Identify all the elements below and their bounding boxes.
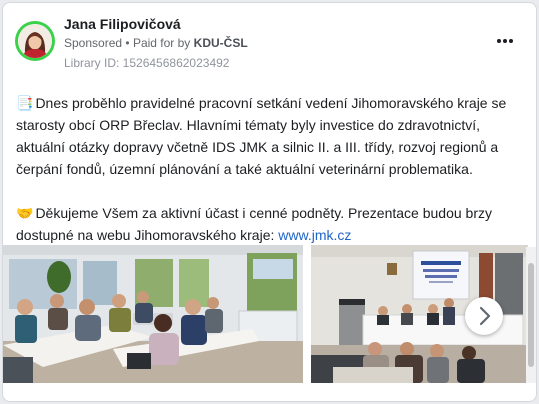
paragraph-2-text: Děkujeme Všem za aktivní účast i cenné p… — [16, 205, 492, 243]
scrollbar-thumb[interactable] — [528, 263, 534, 367]
author-name[interactable]: Jana Filipovičová — [64, 16, 181, 32]
paragraph-1: 📑 Dnes proběhlo pravidelné pracovní setká… — [16, 92, 531, 180]
bookmark-tabs-icon: 📑 — [16, 95, 34, 111]
post-text: 📑 Dnes proběhlo pravidelné pracovní setká… — [16, 92, 531, 246]
chevron-right-icon — [479, 306, 491, 326]
paid-for-name[interactable]: KDU-ČSL — [194, 36, 248, 50]
library-id: Library ID: 1526456862023492 — [64, 56, 230, 70]
paid-for-prefix: Paid for by — [132, 36, 191, 50]
sponsor-line: Sponsored • Paid for by KDU-ČSL — [64, 36, 248, 50]
more-options-icon[interactable] — [497, 37, 515, 45]
avatar-photo — [18, 24, 52, 58]
author-avatar[interactable] — [15, 21, 55, 61]
photo-carousel[interactable] — [3, 245, 536, 383]
carousel-next-button[interactable] — [465, 297, 503, 335]
handshake-icon: 🤝 — [16, 205, 34, 221]
jmk-link[interactable]: www.jmk.cz — [278, 227, 351, 243]
meeting-room-photo[interactable] — [3, 245, 303, 383]
vertical-scrollbar[interactable] — [526, 247, 536, 383]
paragraph-1-text: Dnes proběhlo pravidelné pracovní setkán… — [16, 95, 507, 177]
sponsored-label: Sponsored — [64, 36, 123, 50]
meta-separator: • — [125, 36, 133, 50]
paragraph-2: 🤝 Děkujeme Všem za aktivní účast i cenné … — [16, 202, 531, 246]
ad-card: Jana Filipovičová Sponsored • Paid for b… — [2, 2, 537, 402]
